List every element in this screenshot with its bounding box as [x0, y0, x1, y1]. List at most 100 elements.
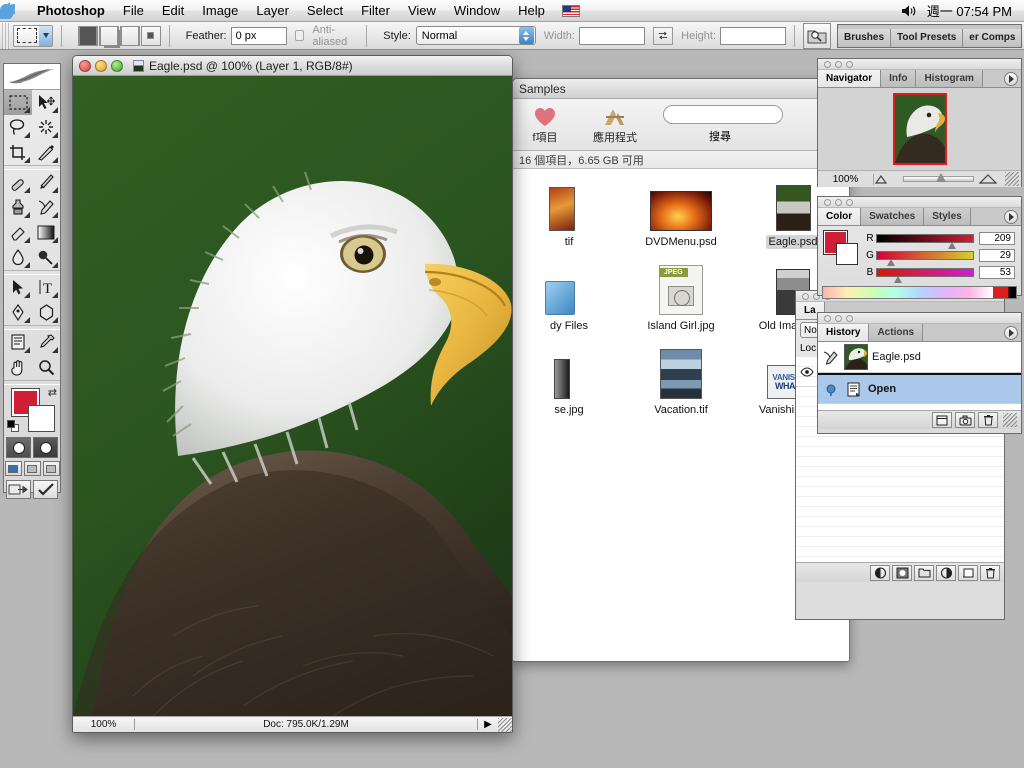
well-tab-layer-comps[interactable]: er Comps [963, 28, 1021, 47]
navigator-thumbnail[interactable] [892, 93, 947, 165]
imageready-check-button[interactable] [33, 480, 58, 499]
tool-history-brush[interactable] [32, 195, 60, 220]
history-state-marker[interactable] [818, 382, 844, 396]
finder-toolbar-favorites[interactable]: f項目 [517, 105, 573, 145]
menu-layer[interactable]: Layer [247, 0, 298, 22]
history-snapshot-row[interactable]: Eagle.psd [818, 342, 1021, 373]
quick-mask-mode-button[interactable] [33, 437, 58, 458]
history-state-row[interactable]: Open [818, 373, 1021, 404]
history-brush-source-toggle[interactable] [818, 350, 844, 365]
height-input[interactable] [720, 26, 787, 45]
history-states-list[interactable]: Eagle.psd Open [818, 342, 1021, 410]
zoom-button[interactable] [111, 59, 123, 72]
menu-file[interactable]: File [114, 0, 153, 22]
full-screen-mode-button[interactable] [42, 461, 60, 476]
zoom-out-button[interactable] [874, 174, 898, 184]
menu-edit[interactable]: Edit [153, 0, 193, 22]
tool-pen[interactable] [4, 300, 32, 325]
tool-eraser[interactable] [4, 220, 32, 245]
navigator-preview-area[interactable] [818, 88, 1021, 170]
menu-image[interactable]: Image [193, 0, 247, 22]
tool-brush[interactable] [32, 170, 60, 195]
tab-color[interactable]: Color [818, 208, 862, 225]
finder-item[interactable]: Vacation.tif [625, 343, 737, 427]
navigator-zoom-slider[interactable] [903, 173, 974, 182]
new-snapshot-button[interactable] [955, 412, 975, 428]
document-canvas[interactable] [73, 76, 512, 716]
menu-help[interactable]: Help [509, 0, 554, 22]
toolbox-header[interactable] [4, 64, 60, 90]
layer-visibility-toggle[interactable] [796, 366, 818, 377]
channel-value-b[interactable]: 53 [979, 266, 1015, 279]
document-zoom-level[interactable]: 100% [73, 719, 135, 730]
swap-width-height-button[interactable] [653, 26, 674, 45]
color-palette-menu-icon[interactable] [1004, 210, 1018, 224]
menu-photoshop[interactable]: Photoshop [28, 0, 114, 22]
tool-rectangular-marquee[interactable] [4, 90, 32, 115]
new-document-from-state-button[interactable] [932, 412, 952, 428]
slider-track-g[interactable] [876, 251, 974, 266]
finder-item[interactable]: dy Files [513, 259, 625, 343]
slider-track-r[interactable] [876, 234, 974, 249]
finder-item[interactable]: JPEG Island Girl.jpg [625, 259, 737, 343]
tool-hand[interactable] [4, 355, 32, 380]
close-button[interactable] [79, 59, 91, 72]
color-palette[interactable]: Color Swatches Styles R 209 G 29 B 53 [817, 196, 1022, 299]
history-palette-grip[interactable] [818, 313, 1021, 324]
resize-grip[interactable] [498, 717, 512, 732]
tab-actions[interactable]: Actions [869, 324, 924, 341]
navigator-palette-menu-icon[interactable] [1004, 72, 1018, 86]
adjustment-layer-button[interactable] [936, 564, 956, 581]
menu-bar-clock[interactable]: 週一 07:54 PM [927, 1, 1012, 20]
tab-histogram[interactable]: Histogram [916, 70, 983, 87]
tool-dodge[interactable] [32, 245, 60, 270]
subtract-from-selection-button[interactable] [119, 25, 140, 46]
navigator-palette[interactable]: Navigator Info Histogram 100% [817, 58, 1022, 187]
standard-mode-button[interactable] [6, 437, 31, 458]
delete-layer-button[interactable] [980, 564, 1000, 581]
standard-screen-mode-button[interactable] [4, 461, 22, 476]
channel-value-g[interactable]: 29 [979, 249, 1015, 262]
add-to-selection-button[interactable] [98, 25, 119, 46]
anti-alias-checkbox[interactable] [295, 30, 305, 41]
tool-healing-brush[interactable] [4, 170, 32, 195]
intersect-selection-button[interactable] [140, 25, 161, 46]
tab-styles[interactable]: Styles [924, 208, 971, 225]
tab-navigator[interactable]: Navigator [818, 70, 882, 87]
minimize-button[interactable] [95, 59, 107, 72]
menu-select[interactable]: Select [298, 0, 352, 22]
feather-input[interactable]: 0 px [230, 26, 288, 45]
tab-history[interactable]: History [818, 324, 870, 341]
tool-type[interactable]: T [32, 275, 60, 300]
options-bar-grip[interactable] [2, 22, 11, 49]
menu-filter[interactable]: Filter [352, 0, 399, 22]
us-flag-icon[interactable] [561, 4, 580, 17]
color-spectrum-ramp[interactable] [822, 286, 1017, 299]
tool-magic-wand[interactable] [32, 115, 60, 140]
slider-track-b[interactable] [876, 268, 974, 283]
tool-lasso[interactable] [4, 115, 32, 140]
finder-toolbar-applications[interactable]: 應用程式 [587, 105, 643, 145]
tool-shape[interactable] [32, 300, 60, 325]
tool-notes[interactable] [4, 330, 32, 355]
tool-path-selection[interactable] [4, 275, 32, 300]
status-menu-arrow-icon[interactable]: ▶ [478, 719, 498, 730]
navigator-resize-grip[interactable] [1005, 172, 1019, 186]
document-title-bar[interactable]: Eagle.psd @ 100% (Layer 1, RGB/8#) [73, 56, 512, 76]
full-screen-menubar-button[interactable] [23, 461, 41, 476]
tool-move[interactable] [32, 90, 60, 115]
layer-style-button[interactable] [870, 564, 890, 581]
color-palette-grip[interactable] [818, 197, 1021, 208]
navigator-zoom-slider-thumb[interactable] [935, 173, 946, 182]
navigator-zoom-value[interactable]: 100% [818, 173, 874, 185]
well-tab-tool-presets[interactable]: Tool Presets [891, 28, 964, 47]
finder-item[interactable]: se.jpg [513, 343, 625, 427]
new-group-button[interactable] [914, 564, 934, 581]
history-resize-grip[interactable] [1003, 413, 1017, 427]
finder-item[interactable]: DVDMenu.psd [625, 175, 737, 259]
layer-mask-button[interactable] [892, 564, 912, 581]
apple-menu[interactable] [0, 2, 28, 19]
volume-icon[interactable] [901, 4, 917, 18]
channel-value-r[interactable]: 209 [979, 232, 1015, 245]
jump-to-imageready-button[interactable] [6, 480, 31, 499]
